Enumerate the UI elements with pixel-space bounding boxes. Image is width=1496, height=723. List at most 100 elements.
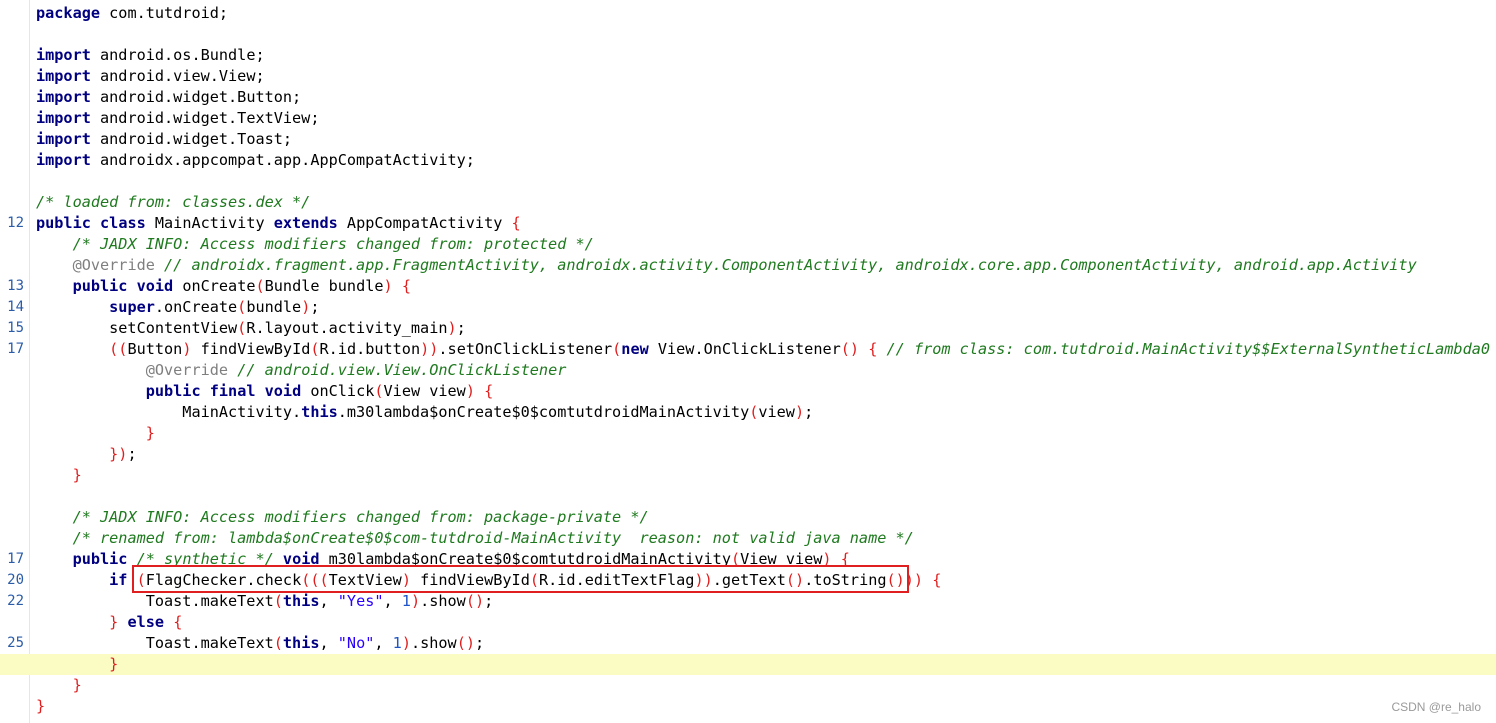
code-line[interactable]: public final void onClick(View view) {	[0, 381, 1496, 402]
code-token: ;	[474, 634, 485, 652]
code-token: }	[36, 697, 46, 715]
code-text: public void onCreate(Bundle bundle) {	[36, 276, 411, 297]
code-token: Button	[127, 340, 183, 358]
code-line[interactable]: import androidx.appcompat.app.AppCompatA…	[0, 150, 1496, 171]
code-token: )	[401, 571, 411, 589]
code-token: {	[840, 550, 850, 568]
code-line[interactable]: import android.widget.Button;	[0, 87, 1496, 108]
code-token: super	[109, 298, 155, 316]
code-line[interactable]: 12 public class MainActivity extends AppC…	[0, 213, 1496, 234]
code-line[interactable]: import android.widget.TextView;	[0, 108, 1496, 129]
code-line[interactable]: package com.tutdroid;	[0, 3, 1496, 24]
code-token: View view	[740, 550, 823, 568]
code-token: .show	[410, 634, 457, 652]
code-token: android.widget.Toast;	[90, 130, 293, 148]
code-line[interactable]: }	[0, 675, 1496, 696]
code-text: /* JADX INFO: Access modifiers changed f…	[36, 507, 649, 528]
code-token: extends	[273, 214, 338, 232]
code-line[interactable]	[0, 171, 1496, 192]
line-number: 25	[7, 635, 24, 651]
code-token: ;	[310, 298, 320, 316]
code-text: import androidx.appcompat.app.AppCompatA…	[36, 150, 475, 171]
code-line[interactable]: import android.widget.Toast;	[0, 129, 1496, 150]
code-token: (	[749, 403, 759, 421]
code-line[interactable]	[0, 24, 1496, 45]
code-line[interactable]: @Override // android.view.View.OnClickLi…	[0, 360, 1496, 381]
code-token: import	[36, 109, 91, 127]
code-token: R.layout.activity_main	[246, 319, 448, 337]
code-token: ((	[109, 340, 128, 358]
code-line[interactable]: }	[0, 696, 1496, 717]
code-line[interactable]: import android.view.View;	[0, 66, 1496, 87]
code-token: }	[109, 613, 119, 631]
code-token: (	[730, 550, 741, 568]
code-line[interactable]: 17 public /* synthetic */ void m30lambda…	[0, 549, 1496, 570]
code-token: setContentView	[36, 319, 238, 337]
code-line[interactable]: 13 public void onCreate(Bundle bundle) {	[0, 276, 1496, 297]
code-line[interactable]: });	[0, 444, 1496, 465]
code-token: /* JADX INFO: Access modifiers changed f…	[72, 235, 594, 253]
code-line[interactable]: }	[0, 465, 1496, 486]
code-editor[interactable]: package com.tutdroid; import android.os.B…	[0, 0, 1496, 723]
code-text: }	[36, 465, 82, 486]
code-token: this	[282, 634, 320, 652]
code-token: view	[758, 403, 795, 421]
code-line[interactable]: import android.os.Bundle;	[0, 45, 1496, 66]
code-token: androidx.appcompat.app.AppCompatActivity…	[90, 151, 475, 169]
code-line[interactable]: MainActivity.this.m30lambda$onCreate$0$c…	[0, 402, 1496, 423]
code-line[interactable]: /* loaded from: classes.dex */	[0, 192, 1496, 213]
code-line-current[interactable]: }	[0, 654, 1496, 675]
code-token: )	[794, 403, 805, 421]
code-token: FlagChecker.check	[145, 571, 302, 589]
code-line[interactable]: 22 Toast.makeText(this, "Yes", 1).show()…	[0, 591, 1496, 612]
code-token: @Override	[72, 256, 155, 274]
code-token: m30lambda$onCreate$0$comtutdroidMainActi…	[319, 550, 731, 568]
code-token: }	[109, 655, 119, 673]
code-token: ()	[456, 634, 475, 652]
code-token: findViewById	[410, 571, 530, 589]
code-token: MainActivity.	[36, 403, 302, 421]
code-token: (	[310, 340, 320, 358]
code-token: else	[127, 613, 165, 631]
code-text: @Override // android.view.View.OnClickLi…	[36, 360, 567, 381]
code-line[interactable]: 14 super.onCreate(bundle);	[0, 297, 1496, 318]
code-token: (	[255, 277, 265, 295]
code-line[interactable]: 20 if (FlagChecker.check(((TextView) fin…	[0, 570, 1496, 591]
code-line[interactable]: 15 setContentView(R.layout.activity_main…	[0, 318, 1496, 339]
code-line[interactable]: 25 Toast.makeText(this, "No", 1).show();	[0, 633, 1496, 654]
code-token: Bundle bundle	[264, 277, 384, 295]
code-line[interactable]: @Override // androidx.fragment.app.Fragm…	[0, 255, 1496, 276]
code-token: 1	[401, 592, 411, 610]
code-line[interactable]: 17 ((Button) findViewById(R.id.button)).…	[0, 339, 1496, 360]
code-text: if (FlagChecker.check(((TextView) findVi…	[36, 570, 941, 591]
code-token: )	[401, 634, 411, 652]
code-line[interactable]: } else {	[0, 612, 1496, 633]
code-line[interactable]: }	[0, 423, 1496, 444]
code-token: (	[237, 298, 247, 316]
code-token: public	[36, 214, 91, 232]
code-line[interactable]: /* renamed from: lambda$onCreate$0$com-t…	[0, 528, 1496, 549]
code-token: Toast.makeText	[36, 592, 274, 610]
code-line[interactable]	[0, 486, 1496, 507]
code-token: .show	[420, 592, 466, 610]
code-token: .getText	[712, 571, 786, 589]
line-number: 12	[7, 215, 24, 231]
line-number: 22	[7, 593, 24, 609]
code-token: .onCreate	[154, 298, 238, 316]
code-line[interactable]: /* JADX INFO: Access modifiers changed f…	[0, 234, 1496, 255]
code-line[interactable]: /* JADX INFO: Access modifiers changed f…	[0, 507, 1496, 528]
